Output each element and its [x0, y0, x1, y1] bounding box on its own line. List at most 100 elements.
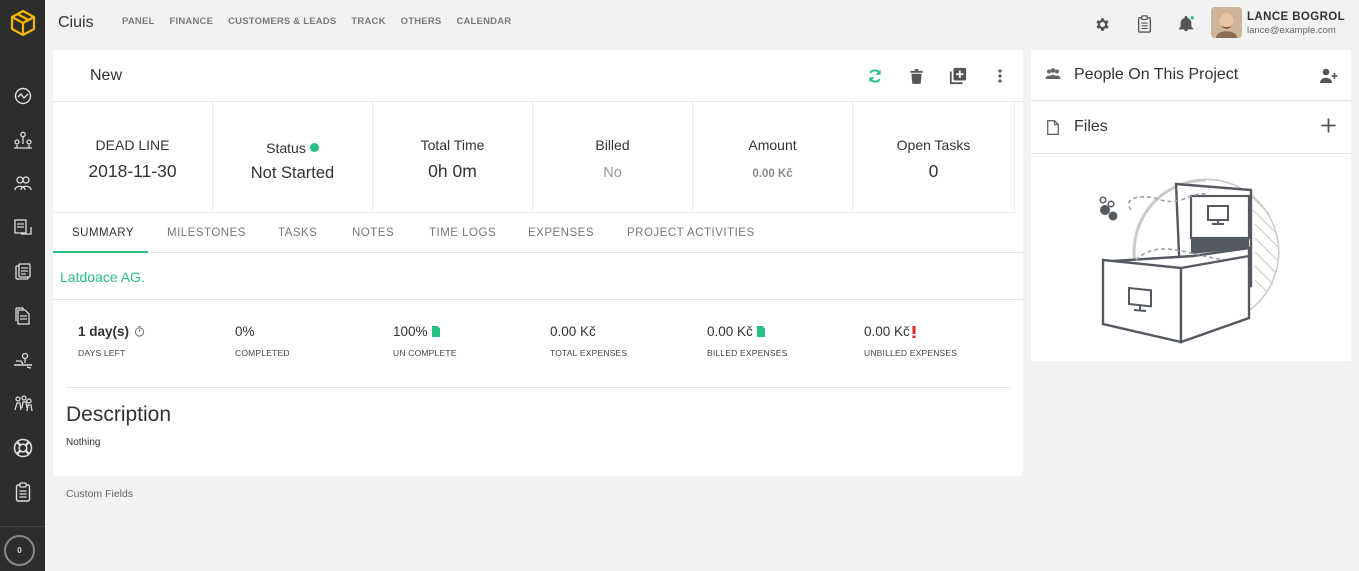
metric-uncomplete: 100% UN COMPLETE	[393, 324, 457, 358]
file-icon	[1047, 120, 1059, 135]
customer-link[interactable]: Latdoace AG.	[60, 269, 145, 285]
metric-completed: 0% COMPLETED	[235, 324, 290, 358]
stat-value: 2018-11-30	[88, 161, 177, 181]
copy-add-icon[interactable]	[947, 65, 969, 87]
metric-billed-expenses: 0.00 Kč BILLED EXPENSES	[707, 324, 787, 358]
support-icon[interactable]	[6, 433, 39, 463]
invoices-icon[interactable]	[6, 257, 39, 287]
finance-icon[interactable]	[6, 212, 39, 242]
document-green-icon	[756, 326, 765, 337]
metric-label: UN COMPLETE	[393, 348, 457, 358]
status-dot-icon	[309, 143, 319, 152]
metric-unbilled-expenses: 0.00 Kč UNBILLED EXPENSES	[864, 324, 957, 358]
metric-total-expenses: 0.00 Kč TOTAL EXPENSES	[550, 324, 627, 358]
stat-value: 0	[928, 161, 939, 181]
user-name[interactable]: LANCE BOGROL	[1247, 11, 1345, 23]
metric-value: 0.00 Kč	[864, 324, 957, 339]
document-green-icon	[431, 326, 440, 337]
exclamation-icon	[912, 325, 916, 338]
notification-count: 0	[17, 546, 22, 555]
stat-label: Status	[213, 140, 372, 156]
tab-summary[interactable]: SUMMARY	[53, 213, 148, 253]
staff-icon[interactable]	[6, 388, 39, 418]
stat-billed: Billed No	[533, 102, 693, 213]
description-title: Description	[66, 403, 172, 426]
section-divider	[66, 387, 1010, 388]
stat-status: Status Not Started	[213, 102, 373, 213]
refresh-icon[interactable]	[864, 65, 886, 87]
nav-customers-leads[interactable]: CUSTOMERS & LEADS	[228, 16, 336, 27]
stat-label: DEAD LINE	[95, 137, 170, 153]
hierarchy-icon[interactable]	[6, 125, 39, 155]
more-options-icon[interactable]	[989, 65, 1011, 87]
billed-expenses-value: 0.00 Kč	[707, 324, 753, 339]
documents-icon[interactable]	[6, 301, 39, 331]
add-file-plus-icon[interactable]	[1321, 118, 1336, 133]
metric-label: TOTAL EXPENSES	[550, 348, 628, 358]
custom-fields-label: Custom Fields	[66, 488, 134, 500]
stat-label: Billed	[595, 137, 630, 153]
clock-icon	[134, 326, 145, 337]
uncomplete-value: 100%	[393, 324, 428, 339]
metric-value: 0%	[235, 324, 255, 339]
unbilled-expenses-value: 0.00 Kč	[864, 324, 910, 339]
sidebar-divider	[0, 526, 45, 527]
stat-amount: Amount 0.00 Kč	[693, 102, 853, 213]
tab-time-logs[interactable]: TIME LOGS	[429, 213, 496, 253]
sidebar: 0	[0, 0, 45, 571]
tab-project-activities[interactable]: PROJECT ACTIVITIES	[627, 213, 755, 253]
people-group-icon	[1045, 68, 1061, 80]
files-panel: Files	[1031, 102, 1351, 361]
project-tabs: SUMMARY MILESTONES TASKS NOTES TIME LOGS…	[53, 213, 1023, 253]
notification-counter[interactable]: 0	[4, 535, 35, 566]
stat-value: No	[603, 165, 622, 181]
project-header: New	[53, 50, 1023, 102]
metric-label: UNBILLED EXPENSES	[864, 348, 958, 358]
stat-value: Not Started	[250, 164, 335, 182]
nav-finance[interactable]: FINANCE	[170, 16, 214, 27]
delete-trash-icon[interactable]	[905, 65, 927, 87]
notifications-bell-icon[interactable]	[1175, 13, 1197, 35]
files-panel-title: Files	[1074, 118, 1108, 135]
stat-open-tasks: Open Tasks 0	[853, 102, 1015, 213]
dashboard-icon[interactable]	[6, 81, 39, 111]
todo-clipboard-icon[interactable]	[1133, 13, 1155, 35]
people-panel: People On This Project	[1031, 50, 1351, 101]
stat-deadline: DEAD LINE 2018-11-30	[53, 102, 213, 213]
metric-label: DAYS LEFT	[78, 348, 126, 358]
metric-value: 1 day(s)	[78, 324, 145, 339]
customers-icon[interactable]	[6, 168, 39, 198]
project-card: New DEAD LINE 2018-11-30 Status Not Star…	[53, 50, 1023, 476]
nav-others[interactable]: OTHERS	[401, 16, 442, 27]
status-label: Status	[266, 140, 306, 156]
stat-total-time: Total Time 0h 0m	[373, 102, 533, 213]
metric-label: BILLED EXPENSES	[707, 348, 788, 358]
metric-value: 0.00 Kč	[550, 324, 596, 339]
logo-icon[interactable]	[0, 0, 45, 45]
metric-value: 0.00 Kč	[707, 324, 787, 339]
expenses-icon[interactable]	[6, 345, 39, 375]
nav-track[interactable]: TRACK	[351, 16, 385, 27]
nav-panel[interactable]: PANEL	[122, 16, 155, 27]
description-text: Nothing	[66, 437, 101, 448]
project-stats: DEAD LINE 2018-11-30 Status Not Started …	[53, 102, 1015, 213]
project-title: New	[90, 67, 123, 84]
top-navigation: PANEL FINANCE CUSTOMERS & LEADS TRACK OT…	[122, 16, 526, 27]
tab-milestones[interactable]: MILESTONES	[167, 213, 246, 253]
user-email: lance@example.com	[1247, 25, 1336, 36]
stat-value: 0h 0m	[428, 161, 477, 181]
people-panel-title: People On This Project	[1074, 66, 1239, 83]
metric-value: 100%	[393, 324, 457, 339]
add-person-icon[interactable]	[1320, 68, 1338, 83]
user-avatar[interactable]	[1211, 7, 1242, 38]
metric-days-left: 1 day(s) DAYS LEFT	[78, 324, 145, 358]
tab-notes[interactable]: NOTES	[352, 213, 394, 253]
stat-value: 0.00 Kč	[752, 168, 793, 180]
empty-drawer-illustration	[1099, 178, 1280, 344]
stat-label: Total Time	[420, 137, 485, 153]
clipboard-icon[interactable]	[6, 477, 39, 507]
tab-expenses[interactable]: EXPENSES	[528, 213, 594, 253]
settings-gear-icon[interactable]	[1091, 13, 1113, 35]
tab-tasks[interactable]: TASKS	[278, 213, 317, 253]
nav-calendar[interactable]: CALENDAR	[456, 16, 511, 27]
